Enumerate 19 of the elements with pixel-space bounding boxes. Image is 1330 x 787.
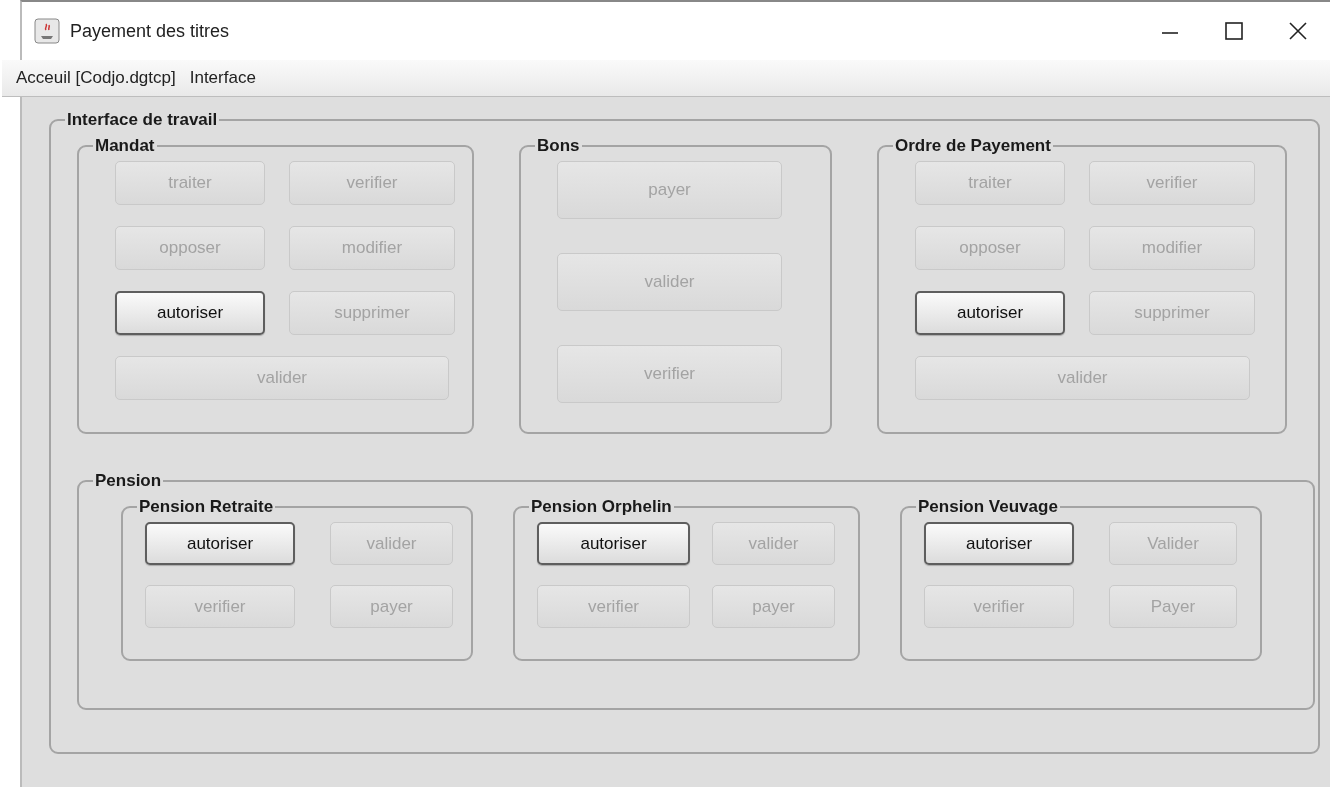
group-title: Bons	[536, 137, 581, 155]
menu-item[interactable]: Interface	[189, 68, 256, 88]
action-button[interactable]: autoriser	[115, 291, 265, 335]
group-title: Pension	[94, 472, 163, 490]
maximize-icon[interactable]	[1224, 21, 1244, 41]
window-title: Payement des titres	[70, 20, 231, 42]
group-title: Ordre de Payement	[894, 137, 1052, 155]
action-button[interactable]: autoriser	[915, 291, 1065, 335]
group-title: Pension Orphelin	[530, 498, 673, 516]
app-icon	[34, 18, 60, 44]
group-title: Pension Retraite	[138, 498, 275, 516]
action-button[interactable]: autoriser	[145, 522, 295, 565]
close-icon[interactable]	[1288, 21, 1308, 41]
menu-item[interactable]: Acceuil [Codjo.dgtcp]	[16, 68, 176, 88]
group-title: Pension Veuvage	[917, 498, 1059, 516]
group-title: Mandat	[94, 137, 156, 155]
group-title: Interface de travail	[66, 111, 219, 129]
action-button[interactable]: autoriser	[537, 522, 690, 565]
action-button[interactable]: autoriser	[924, 522, 1074, 565]
